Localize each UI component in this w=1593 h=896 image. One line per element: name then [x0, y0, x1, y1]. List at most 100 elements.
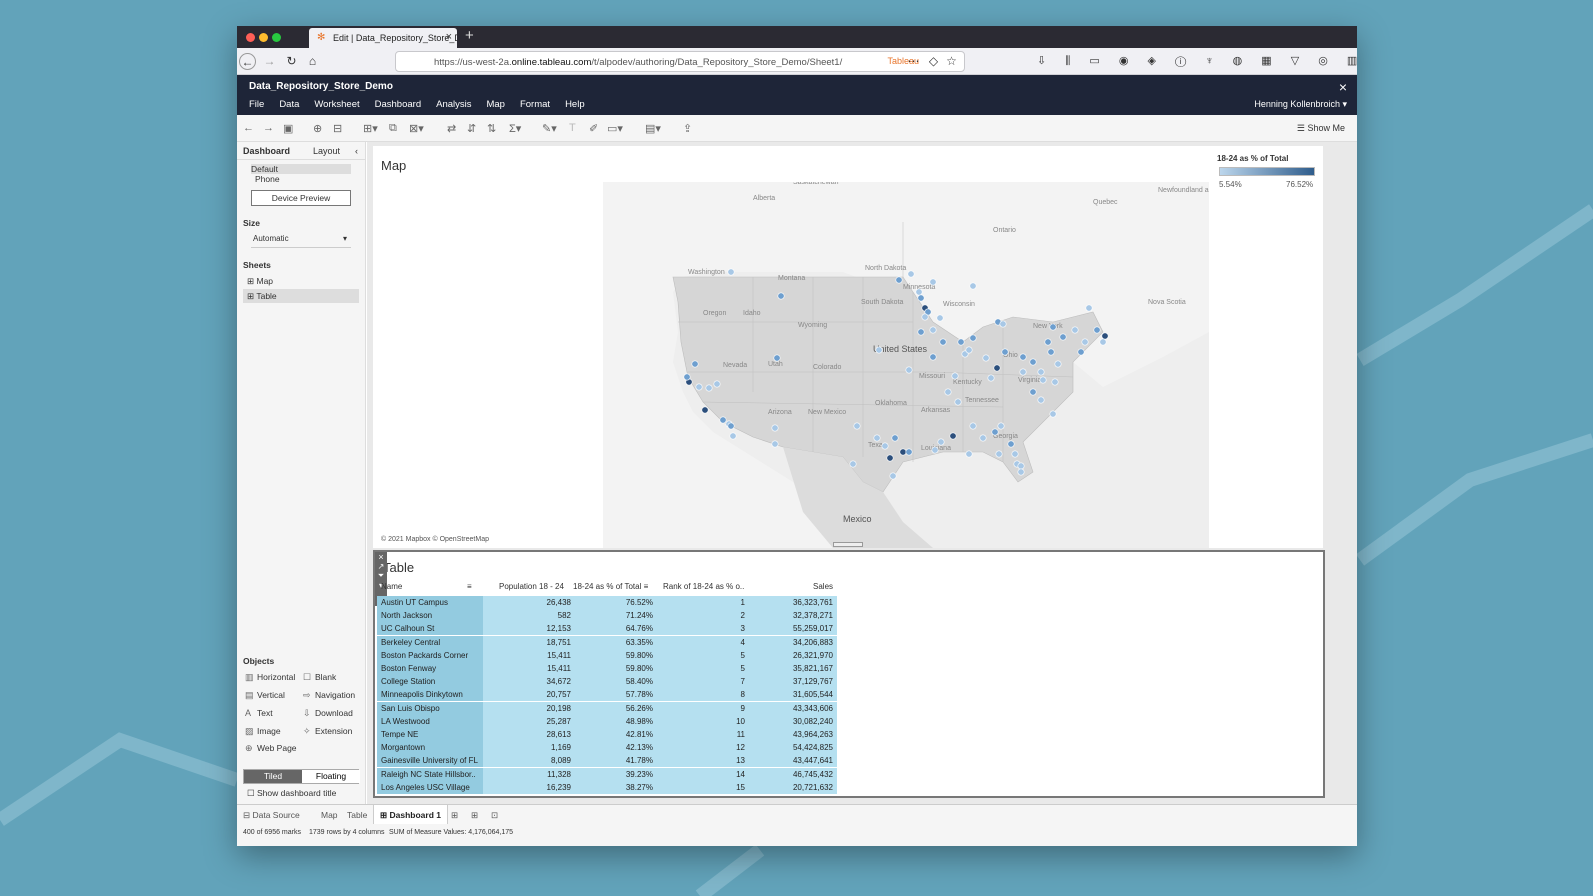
- column-header-name[interactable]: Name ≡: [381, 582, 472, 591]
- store-mark[interactable]: [997, 422, 1005, 430]
- store-mark[interactable]: [1037, 368, 1045, 376]
- share-icon[interactable]: ⇪: [683, 122, 692, 135]
- store-mark[interactable]: [705, 384, 713, 392]
- object-download[interactable]: ⇩ Download: [303, 708, 353, 719]
- store-mark[interactable]: [969, 282, 977, 290]
- store-mark[interactable]: [991, 428, 999, 436]
- tab-layout[interactable]: Layout: [313, 146, 340, 156]
- map-worksheet[interactable]: Map Alberta Saskatchewan Ontario Quebec Newf…: [373, 146, 1323, 548]
- store-mark[interactable]: [954, 398, 962, 406]
- store-mark[interactable]: [873, 434, 881, 442]
- device-preview-button[interactable]: Device Preview: [251, 190, 351, 206]
- store-mark[interactable]: [1054, 360, 1062, 368]
- device-default[interactable]: Default: [251, 164, 351, 174]
- store-mark[interactable]: [1039, 376, 1047, 384]
- store-mark[interactable]: [1047, 348, 1055, 356]
- store-mark[interactable]: [1101, 332, 1109, 340]
- table-row[interactable]: College Station 34,672 58.40% 7 37,129,767: [377, 675, 837, 689]
- store-mark[interactable]: [979, 434, 987, 442]
- presentation-icon[interactable]: ▤▾: [645, 122, 661, 135]
- store-mark[interactable]: [1085, 304, 1093, 312]
- floating-button[interactable]: Floating: [302, 770, 360, 783]
- store-mark[interactable]: [987, 374, 995, 382]
- store-mark[interactable]: [1099, 338, 1107, 346]
- object-text[interactable]: A Text: [245, 708, 273, 718]
- store-mark[interactable]: [1019, 353, 1027, 361]
- store-mark[interactable]: [849, 460, 857, 468]
- sheet-tab-dashboard[interactable]: ⊞ Dashboard 1: [373, 805, 448, 825]
- home-icon[interactable]: ⌂: [304, 53, 321, 70]
- store-mark[interactable]: [931, 446, 939, 454]
- store-mark[interactable]: [944, 388, 952, 396]
- menu-worksheet[interactable]: Worksheet: [314, 99, 359, 110]
- object-blank[interactable]: ☐ Blank: [303, 672, 336, 683]
- object-horizontal[interactable]: ▥ Horizontal: [245, 672, 295, 683]
- table-row[interactable]: Boston Fenway 15,411 59.80% 5 35,821,167: [377, 662, 837, 675]
- table-row[interactable]: LA Westwood 25,287 48.98% 10 30,082,240: [377, 714, 837, 728]
- store-mark[interactable]: [915, 288, 923, 296]
- reload-icon[interactable]: ↻: [283, 53, 300, 70]
- tiled-button[interactable]: Tiled: [244, 770, 302, 783]
- store-mark[interactable]: [1093, 326, 1101, 334]
- resize-handle[interactable]: [833, 542, 863, 547]
- store-mark[interactable]: [951, 372, 959, 380]
- back-icon[interactable]: ←: [239, 53, 256, 70]
- new-story-icon[interactable]: ⊡: [491, 810, 498, 821]
- table-row[interactable]: Boston Packards Corner 15,411 59.80% 5 26,32…: [377, 648, 837, 662]
- color-legend[interactable]: [1219, 167, 1315, 176]
- store-mark[interactable]: [727, 268, 735, 276]
- store-mark[interactable]: [929, 326, 937, 334]
- extension-icons[interactable]: ⇩ ⫼ ▭ ◉ ◈ ⓘ ♆ ◍ ▦ ▽ ◎ ▥ ▣ ≡: [1037, 54, 1357, 68]
- menu-analysis[interactable]: Analysis: [436, 99, 471, 110]
- store-mark[interactable]: [969, 422, 977, 430]
- table-row[interactable]: UC Calhoun St 12,153 64.76% 3 55,259,017: [377, 622, 837, 636]
- clear-sheet-icon[interactable]: ⊠▾: [409, 122, 424, 135]
- table-row[interactable]: Gainesville University of FL 8,089 41.78% 1…: [377, 754, 837, 768]
- store-mark[interactable]: [949, 432, 957, 440]
- menu-help[interactable]: Help: [565, 99, 585, 110]
- table-row[interactable]: Berkeley Central 18,751 63.35% 4 34,206,883: [377, 635, 837, 649]
- sort-icon[interactable]: ≡: [467, 582, 472, 591]
- filter-icon[interactable]: ⏷: [375, 571, 387, 581]
- fit-icon[interactable]: ▭▾: [607, 122, 623, 135]
- store-mark[interactable]: [921, 313, 929, 321]
- user-menu[interactable]: Henning Kollenbroich ▾: [1254, 99, 1347, 110]
- tab-dashboard[interactable]: Dashboard: [243, 146, 290, 156]
- swap-icon[interactable]: ⇄: [447, 122, 456, 135]
- collapse-panel-icon[interactable]: ‹: [355, 146, 358, 156]
- store-mark[interactable]: [1049, 323, 1057, 331]
- save-icon[interactable]: ▣: [283, 122, 293, 135]
- store-mark[interactable]: [993, 364, 1001, 372]
- store-mark[interactable]: [713, 380, 721, 388]
- object-extension[interactable]: ✧ Extension: [303, 726, 352, 737]
- sheet-item-map[interactable]: ⊞ Map: [247, 276, 273, 287]
- store-mark[interactable]: [1077, 348, 1085, 356]
- store-mark[interactable]: [1029, 388, 1037, 396]
- redo-icon[interactable]: →: [263, 122, 274, 134]
- bookmark-star-icon[interactable]: ☆: [943, 53, 960, 70]
- store-mark[interactable]: [917, 328, 925, 336]
- store-mark[interactable]: [1037, 396, 1045, 404]
- store-mark[interactable]: [1049, 410, 1057, 418]
- close-tab-icon[interactable]: ×: [446, 31, 452, 43]
- store-mark[interactable]: [1011, 450, 1019, 458]
- new-tab-icon[interactable]: +: [465, 27, 474, 44]
- store-mark[interactable]: [957, 338, 965, 346]
- sheet-tab-table[interactable]: Table: [347, 810, 367, 820]
- store-mark[interactable]: [729, 432, 737, 440]
- show-title-checkbox[interactable]: ☐ Show dashboard title: [247, 788, 336, 799]
- remove-icon[interactable]: ×: [375, 552, 387, 562]
- store-mark[interactable]: [1007, 440, 1015, 448]
- store-mark[interactable]: [937, 438, 945, 446]
- store-mark[interactable]: [999, 320, 1007, 328]
- store-mark[interactable]: [695, 383, 703, 391]
- store-mark[interactable]: [969, 334, 977, 342]
- new-sheet-icon[interactable]: ⊞▾: [363, 122, 378, 135]
- sheet-item-table[interactable]: ⊞ Table: [243, 289, 359, 303]
- close-window-dot[interactable]: [246, 33, 255, 42]
- menu-file[interactable]: File: [249, 99, 264, 110]
- store-mark[interactable]: [853, 422, 861, 430]
- store-mark[interactable]: [771, 440, 779, 448]
- annotate-icon[interactable]: ✐: [589, 122, 598, 135]
- object-navigation[interactable]: ⇨ Navigation: [303, 690, 355, 701]
